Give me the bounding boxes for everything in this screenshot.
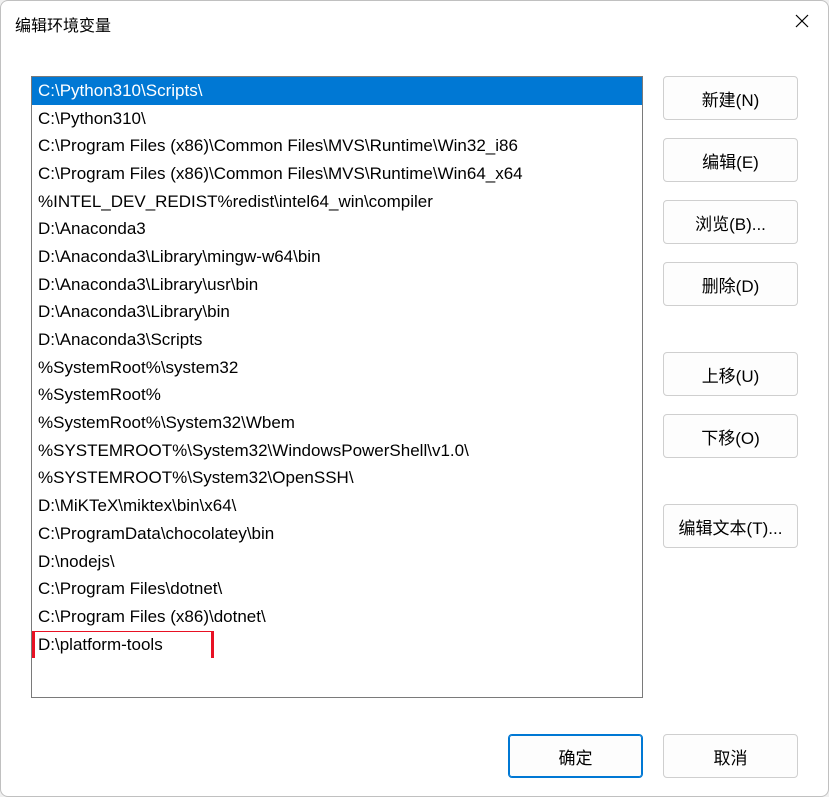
list-item[interactable]: %SystemRoot% (32, 382, 642, 410)
list-item[interactable]: D:\MiKTeX\miktex\bin\x64\ (32, 492, 642, 520)
list-item-empty[interactable] (32, 658, 642, 686)
list-item[interactable]: C:\Python310\ (32, 105, 642, 133)
list-item[interactable]: %SYSTEMROOT%\System32\WindowsPowerShell\… (32, 437, 642, 465)
list-item[interactable]: C:\Program Files (x86)\Common Files\MVS\… (32, 160, 642, 188)
edit-text-button[interactable]: 编辑文本(T)... (663, 504, 798, 548)
list-item[interactable]: %SystemRoot%\System32\Wbem (32, 409, 642, 437)
cancel-button[interactable]: 取消 (663, 734, 798, 778)
close-button[interactable] (782, 5, 822, 37)
list-item[interactable]: C:\Program Files\dotnet\ (32, 575, 642, 603)
delete-button[interactable]: 删除(D) (663, 262, 798, 306)
close-icon (795, 14, 809, 28)
list-item[interactable]: %SystemRoot%\system32 (32, 354, 642, 382)
side-button-column: 新建(N) 编辑(E) 浏览(B)... 删除(D) 上移(U) 下移(O) 编… (663, 76, 798, 716)
list-item[interactable]: C:\Program Files (x86)\dotnet\ (32, 603, 642, 631)
list-item[interactable]: D:\nodejs\ (32, 548, 642, 576)
dialog-title: 编辑环境变量 (15, 12, 111, 36)
browse-button[interactable]: 浏览(B)... (663, 200, 798, 244)
footer-buttons: 确定 取消 (1, 716, 828, 796)
new-button[interactable]: 新建(N) (663, 76, 798, 120)
titlebar: 编辑环境变量 (1, 1, 828, 46)
move-up-button[interactable]: 上移(U) (663, 352, 798, 396)
move-down-button[interactable]: 下移(O) (663, 414, 798, 458)
list-item[interactable]: D:\Anaconda3 (32, 215, 642, 243)
edit-env-var-dialog: 编辑环境变量 C:\Python310\Scripts\C:\Python310… (0, 0, 829, 797)
list-item[interactable]: %SYSTEMROOT%\System32\OpenSSH\ (32, 465, 642, 493)
list-item[interactable]: C:\Python310\Scripts\ (32, 77, 642, 105)
list-item[interactable]: D:\Anaconda3\Library\usr\bin (32, 271, 642, 299)
list-item[interactable]: D:\Anaconda3\Scripts (32, 326, 642, 354)
list-item[interactable]: D:\Anaconda3\Library\mingw-w64\bin (32, 243, 642, 271)
content-area: C:\Python310\Scripts\C:\Python310\C:\Pro… (1, 46, 828, 716)
list-item[interactable]: D:\Anaconda3\Library\bin (32, 299, 642, 327)
edit-button[interactable]: 编辑(E) (663, 138, 798, 182)
list-item[interactable]: C:\Program Files (x86)\Common Files\MVS\… (32, 132, 642, 160)
list-item[interactable]: D:\platform-tools (32, 631, 642, 659)
path-listbox[interactable]: C:\Python310\Scripts\C:\Python310\C:\Pro… (31, 76, 643, 698)
list-item[interactable]: %INTEL_DEV_REDIST%redist\intel64_win\com… (32, 188, 642, 216)
list-item[interactable]: C:\ProgramData\chocolatey\bin (32, 520, 642, 548)
ok-button[interactable]: 确定 (508, 734, 643, 778)
